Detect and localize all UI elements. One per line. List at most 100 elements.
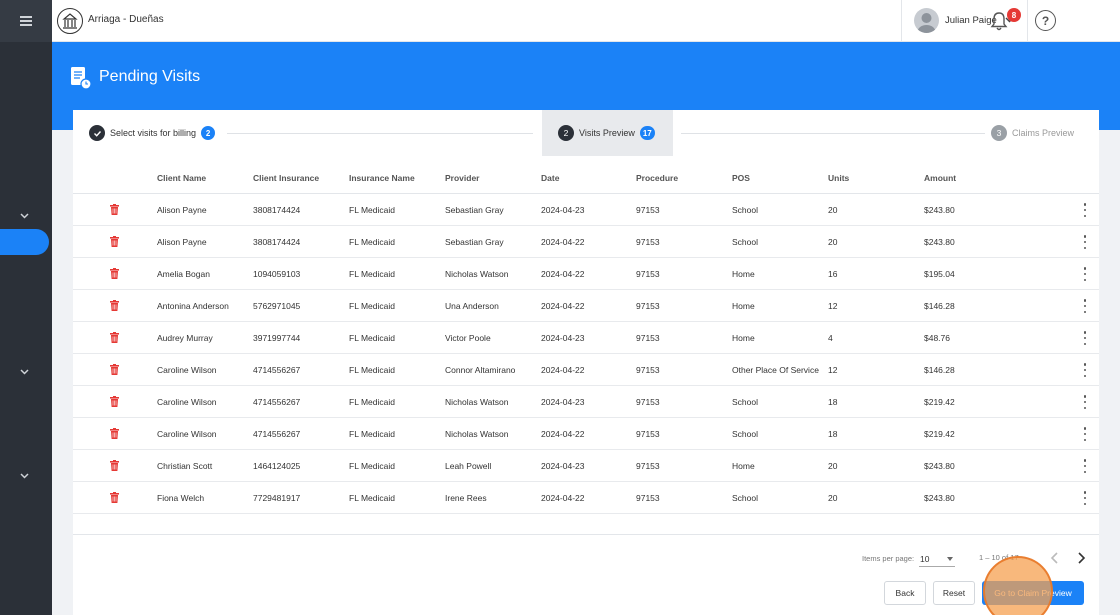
column-header[interactable]: POS (732, 173, 750, 183)
more-vert-icon[interactable] (1083, 427, 1087, 441)
trash-icon[interactable] (110, 204, 119, 215)
column-header[interactable]: Units (828, 173, 849, 183)
more-vert-icon[interactable] (1083, 267, 1087, 281)
trash-icon[interactable] (110, 300, 119, 311)
more-vert-icon[interactable] (1083, 491, 1087, 505)
cell-amount: $243.80 (924, 461, 955, 471)
more-vert-icon[interactable] (1083, 363, 1087, 377)
cell-amount: $243.80 (924, 493, 955, 503)
avatar (914, 8, 939, 33)
top-bar: Arriaga - Dueñas Julian Paige (52, 0, 1120, 42)
more-vert-icon[interactable] (1083, 235, 1087, 249)
notification-badge: 8 (1007, 8, 1021, 22)
trash-icon[interactable] (110, 492, 119, 503)
step-label: Visits Preview (579, 128, 635, 138)
bell-icon[interactable] (989, 10, 1009, 32)
cell-amount: $219.42 (924, 397, 955, 407)
more-vert-icon[interactable] (1083, 331, 1087, 345)
cell-client-insurance: 4714556267 (253, 365, 301, 375)
table-row: Alison Payne 3808174424 FL Medicaid Sebasti… (73, 194, 1099, 226)
cell-provider: Nicholas Watson (445, 429, 509, 439)
sidebar (0, 0, 52, 615)
chevron-down-icon[interactable] (18, 470, 30, 482)
step-claims-preview[interactable]: 3 Claims Preview (991, 125, 1074, 141)
cell-insurance-name: FL Medicaid (349, 461, 395, 471)
trash-icon[interactable] (110, 364, 119, 375)
more-vert-icon[interactable] (1083, 299, 1087, 313)
cell-pos: School (732, 493, 758, 503)
trash-icon[interactable] (110, 268, 119, 279)
cell-pos: School (732, 237, 758, 247)
org-name: Arriaga - Dueñas (88, 14, 164, 25)
step-select-visits[interactable]: Select visits for billing 2 (89, 125, 216, 141)
cell-insurance-name: FL Medicaid (349, 237, 395, 247)
reset-button[interactable]: Reset (933, 581, 975, 605)
cell-provider: Sebastian Gray (445, 237, 504, 247)
cell-client-insurance: 1464124025 (253, 461, 301, 471)
cell-insurance-name: FL Medicaid (349, 429, 395, 439)
org-logo[interactable] (57, 8, 83, 34)
help-button[interactable]: ? (1035, 10, 1056, 31)
table-row: Christian Scott 1464124025 FL Medicaid Leah… (73, 450, 1099, 482)
cell-amount: $195.04 (924, 269, 955, 279)
cell-client-insurance: 4714556267 (253, 397, 301, 407)
column-header[interactable]: Date (541, 173, 559, 183)
cell-provider: Nicholas Watson (445, 397, 509, 407)
chevron-right-icon[interactable] (1075, 551, 1087, 565)
divider (73, 534, 1099, 535)
cell-client-name: Amelia Bogan (157, 269, 210, 279)
more-vert-icon[interactable] (1083, 203, 1087, 217)
cell-pos: Home (732, 333, 755, 343)
step-number: 3 (991, 125, 1007, 141)
cell-client-name: Fiona Welch (157, 493, 205, 503)
cell-client-insurance: 3808174424 (253, 237, 301, 247)
cell-client-insurance: 7729481917 (253, 493, 301, 503)
cell-procedure: 97153 (636, 429, 660, 439)
cell-client-insurance: 3971997744 (253, 333, 301, 343)
trash-icon[interactable] (110, 460, 119, 471)
cell-procedure: 97153 (636, 333, 660, 343)
trash-icon[interactable] (110, 428, 119, 439)
cell-pos: School (732, 429, 758, 439)
step-connector (681, 133, 985, 134)
column-header[interactable]: Insurance Name (349, 173, 415, 183)
column-header[interactable]: Client Insurance (253, 173, 319, 183)
table-row: Caroline Wilson 4714556267 FL Medicaid Nich… (73, 418, 1099, 450)
chevron-down-icon[interactable] (18, 210, 30, 222)
cell-pos: Home (732, 301, 755, 311)
chevron-left-icon[interactable] (1049, 551, 1061, 565)
trash-icon[interactable] (110, 396, 119, 407)
back-button[interactable]: Back (884, 581, 926, 605)
cell-client-name: Caroline Wilson (157, 397, 217, 407)
column-header[interactable]: Provider (445, 173, 480, 183)
cell-date: 2024-04-23 (541, 205, 585, 215)
cell-insurance-name: FL Medicaid (349, 301, 395, 311)
items-per-page-select[interactable]: 10 (919, 551, 955, 567)
cell-date: 2024-04-22 (541, 237, 585, 247)
column-header[interactable]: Amount (924, 173, 956, 183)
table-row: Caroline Wilson 4714556267 FL Medicaid Conn… (73, 354, 1099, 386)
cell-amount: $219.42 (924, 429, 955, 439)
sidebar-active-item[interactable] (0, 229, 49, 255)
chevron-down-icon[interactable] (18, 366, 30, 378)
cell-procedure: 97153 (636, 301, 660, 311)
table-row: Fiona Welch 7729481917 FL Medicaid Irene Re… (73, 482, 1099, 514)
cell-insurance-name: FL Medicaid (349, 333, 395, 343)
more-vert-icon[interactable] (1083, 395, 1087, 409)
cell-provider: Irene Rees (445, 493, 487, 503)
cell-amount: $243.80 (924, 237, 955, 247)
cell-pos: School (732, 397, 758, 407)
cell-units: 16 (828, 269, 838, 279)
column-header[interactable]: Procedure (636, 173, 678, 183)
step-visits-preview[interactable]: 2 Visits Preview 17 (558, 125, 655, 141)
cell-pos: Home (732, 461, 755, 471)
column-header[interactable]: Client Name (157, 173, 206, 183)
cell-client-insurance: 5762971045 (253, 301, 301, 311)
cell-insurance-name: FL Medicaid (349, 397, 395, 407)
trash-icon[interactable] (110, 236, 119, 247)
more-vert-icon[interactable] (1083, 459, 1087, 473)
table-header: Client Name Client Insurance Insurance N… (73, 162, 1099, 194)
trash-icon[interactable] (110, 332, 119, 343)
check-icon (89, 125, 105, 141)
menu-toggle-button[interactable] (0, 0, 52, 42)
